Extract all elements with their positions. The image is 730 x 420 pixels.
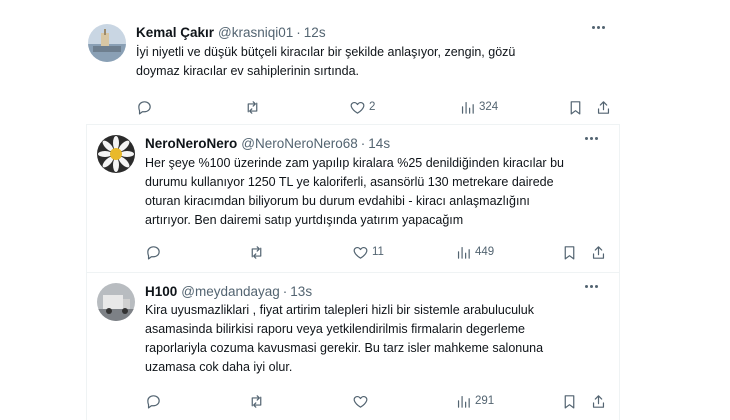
views-icon: [457, 246, 470, 259]
timestamp[interactable]: 12s: [304, 25, 326, 40]
share-icon: [592, 394, 605, 408]
heart-icon: [350, 101, 365, 114]
like-count: 11: [372, 246, 384, 258]
more-icon[interactable]: [581, 279, 601, 293]
tweet-text-line: oturan kiracımdan biliyorum bu durum evd…: [145, 194, 530, 208]
views-count: 449: [475, 246, 495, 258]
tweet-3[interactable]: H100 @meydandayag · 13s Kira uyusmazlikl…: [86, 272, 620, 420]
tweet-text-line: İyi niyetli ve düşük bütçeli kiracılar b…: [136, 45, 516, 59]
views-button[interactable]: 291: [455, 391, 494, 411]
more-icon[interactable]: [588, 20, 608, 34]
views-button[interactable]: 324: [459, 97, 498, 117]
display-name[interactable]: NeroNeroNero: [145, 136, 237, 151]
share-button[interactable]: [590, 391, 607, 411]
heart-icon: [353, 246, 368, 259]
tweet-2[interactable]: NeroNeroNero @NeroNeroNero68 · 14s Her ş…: [86, 124, 620, 272]
separator: ·: [360, 136, 366, 151]
tweet-text-line: raporlariyla cozuma kavusmasi gerekir. B…: [145, 341, 544, 355]
display-name[interactable]: H100: [145, 284, 177, 299]
retweet-icon: [251, 394, 262, 408]
views-icon: [457, 395, 470, 408]
retweet-button[interactable]: [244, 97, 264, 117]
like-count: 2: [369, 101, 376, 113]
avatar[interactable]: [97, 135, 135, 173]
tweet-text: Her şeye %100 üzerinde zam yapılıp kiral…: [145, 154, 615, 230]
more-icon[interactable]: [581, 131, 601, 145]
like-button[interactable]: [352, 391, 372, 411]
tweet-text: Kira uyusmazliklari , fiyat artirim tale…: [145, 301, 615, 377]
tweet-text-line: artırıyor. Ben dairemi satıp yurtdışında…: [145, 213, 464, 227]
retweet-button[interactable]: [248, 391, 268, 411]
tweet-text-line: Kira uyusmazliklari , fiyat artirim tale…: [145, 303, 535, 317]
retweet-button[interactable]: [248, 242, 268, 262]
bookmark-icon: [570, 100, 581, 114]
tweet-text-line: Her şeye %100 üzerinde zam yapılıp kiral…: [145, 156, 564, 170]
reply-button[interactable]: [145, 391, 165, 411]
tweet-header: NeroNeroNero @NeroNeroNero68 · 14s: [145, 136, 390, 151]
reply-button[interactable]: [145, 242, 165, 262]
reply-icon: [147, 394, 160, 408]
views-icon: [461, 101, 474, 114]
share-icon: [592, 245, 605, 259]
timestamp[interactable]: 14s: [368, 136, 390, 151]
bookmark-icon: [564, 245, 575, 259]
avatar[interactable]: [88, 24, 126, 62]
like-button[interactable]: 2: [349, 97, 375, 117]
display-name[interactable]: Kemal Çakır: [136, 25, 214, 40]
reply-icon: [138, 100, 151, 114]
tweet-text-line: asamasinda bilirkisi raporu veya yetkile…: [145, 322, 526, 336]
separator: ·: [296, 25, 301, 40]
share-icon: [597, 100, 610, 114]
user-handle[interactable]: @NeroNeroNero68: [241, 136, 358, 151]
tweet-1[interactable]: Kemal Çakır @krasniqi01 · 12s İyi niyetl…: [76, 14, 636, 122]
tweet-text-line: doymaz kiracılar ev sahiplerinin sırtınd…: [136, 64, 360, 78]
user-handle[interactable]: @meydandayag: [181, 284, 280, 299]
bookmark-button[interactable]: [561, 242, 578, 262]
bookmark-button[interactable]: [561, 391, 578, 411]
avatar[interactable]: [97, 283, 135, 321]
views-count: 291: [475, 395, 495, 407]
reply-button[interactable]: [136, 97, 156, 117]
tweet-header: Kemal Çakır @krasniqi01 · 12s: [136, 25, 326, 40]
bookmark-button[interactable]: [567, 97, 584, 117]
heart-icon: [353, 395, 368, 408]
action-bar: 2 324: [76, 97, 636, 117]
reply-icon: [147, 245, 160, 259]
tweet-text: İyi niyetli ve düşük bütçeli kiracılar b…: [136, 43, 616, 81]
timestamp[interactable]: 13s: [290, 284, 312, 299]
bookmark-icon: [564, 394, 575, 408]
like-button[interactable]: 11: [352, 242, 384, 262]
tweet-text-line: durumu kullanıyor 1250 TL ye kaloriferli…: [145, 175, 554, 189]
action-bar: 291: [87, 391, 619, 411]
share-button[interactable]: [595, 97, 612, 117]
views-button[interactable]: 449: [455, 242, 494, 262]
retweet-icon: [247, 100, 258, 114]
separator: ·: [282, 284, 288, 299]
tweet-text-line: uzamasa cok daha iyi olur.: [145, 360, 293, 374]
retweet-icon: [251, 245, 262, 259]
user-handle[interactable]: @krasniqi01: [218, 25, 293, 40]
views-count: 324: [479, 101, 499, 113]
share-button[interactable]: [590, 242, 607, 262]
tweet-header: H100 @meydandayag · 13s: [145, 284, 312, 299]
action-bar: 11 449: [87, 242, 619, 262]
